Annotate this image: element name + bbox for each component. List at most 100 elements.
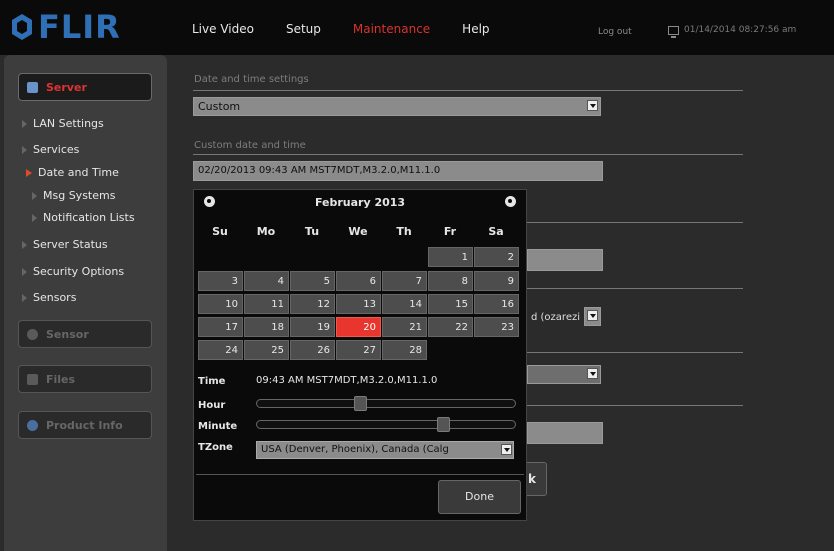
sidebar: Server LAN Settings Services Date and Ti… [4, 55, 167, 551]
hour-slider[interactable] [256, 396, 516, 411]
calendar-day[interactable]: 1 [428, 247, 473, 267]
nav-live-video[interactable]: Live Video [192, 22, 254, 36]
calendar-day[interactable]: 25 [244, 340, 289, 360]
sidebar-item-label: Msg Systems [43, 189, 116, 202]
custom-date-time-input[interactable]: 02/20/2013 09:43 AM MST7MDT,M3.2.0,M11.1… [193, 161, 603, 181]
chevron-down-icon [587, 368, 598, 379]
calendar-day[interactable]: 19 [290, 317, 335, 337]
calendar-day[interactable]: 2 [474, 247, 519, 267]
sidebar-item-label: Server Status [33, 238, 108, 251]
calendar-day[interactable]: 15 [428, 294, 473, 314]
chevron-down-icon [501, 444, 512, 455]
sidebar-item-msg-systems[interactable]: Msg Systems [32, 189, 115, 202]
sidebar-item-sensors[interactable]: Sensors [22, 291, 76, 304]
server-button[interactable]: Server [18, 73, 152, 101]
nav-help[interactable]: Help [462, 22, 489, 36]
flir-logo: FLIR [12, 8, 121, 46]
sidebar-item-security-options[interactable]: Security Options [22, 265, 124, 278]
calendar-day-selected[interactable]: 20 [336, 317, 381, 337]
triangle-right-icon [26, 168, 32, 177]
background-select[interactable] [584, 307, 601, 326]
hour-slider-handle[interactable] [354, 396, 367, 411]
weekday-header: We [348, 225, 368, 238]
files-button[interactable]: Files [18, 365, 152, 393]
calendar-day[interactable]: 18 [244, 317, 289, 337]
sidebar-item-services[interactable]: Services [22, 143, 79, 156]
nav-maintenance[interactable]: Maintenance [353, 22, 430, 36]
product-info-button[interactable]: Product Info [18, 411, 152, 439]
sensor-button[interactable]: Sensor [18, 320, 152, 348]
flir-logo-icon [12, 14, 32, 40]
calendar-day[interactable]: 9 [474, 271, 519, 291]
nav-setup[interactable]: Setup [286, 22, 321, 36]
sidebar-item-notification-lists[interactable]: Notification Lists [32, 211, 135, 224]
header-datetime: 01/14/2014 08:27:56 am [668, 25, 797, 38]
triangle-right-icon [22, 267, 27, 276]
info-icon [27, 419, 38, 431]
calendar-day[interactable]: 12 [290, 294, 335, 314]
minute-slider[interactable] [256, 417, 516, 432]
calendar-day[interactable]: 7 [382, 271, 427, 291]
calendar-day[interactable]: 5 [290, 271, 335, 291]
next-month-icon[interactable] [505, 196, 516, 207]
weekday-header: Tu [304, 225, 320, 238]
minute-slider-handle[interactable] [437, 417, 450, 432]
section-divider [527, 405, 743, 406]
main-nav: Live Video Setup Maintenance Help [192, 22, 522, 36]
monitor-icon [668, 25, 679, 38]
sensor-icon [27, 328, 38, 340]
calendar-day[interactable]: 4 [244, 271, 289, 291]
triangle-right-icon [22, 240, 27, 249]
calendar-day[interactable]: 28 [382, 340, 427, 360]
calendar-day[interactable]: 16 [474, 294, 519, 314]
date-time-mode-select[interactable]: Custom [193, 97, 601, 116]
weekday-header: Sa [488, 225, 504, 238]
background-input-2[interactable] [527, 422, 603, 444]
section-divider [193, 90, 743, 91]
time-value: 09:43 AM MST7MDT,M3.2.0,M11.1.0 [256, 375, 438, 386]
logout-link[interactable]: Log out [598, 27, 632, 37]
calendar-day[interactable]: 21 [382, 317, 427, 337]
chevron-down-icon [587, 310, 598, 321]
done-button[interactable]: Done [438, 480, 521, 514]
calendar-day[interactable]: 14 [382, 294, 427, 314]
timezone-select[interactable]: USA (Denver, Phoenix), Canada (Calg [256, 441, 514, 459]
calendar-day[interactable]: 26 [290, 340, 335, 360]
sidebar-item-label: Sensors [33, 291, 77, 304]
product-info-label: Product Info [46, 418, 123, 432]
calendar-day[interactable]: 13 [336, 294, 381, 314]
background-select-2[interactable] [527, 365, 601, 384]
calendar-day[interactable]: 23 [474, 317, 519, 337]
calendar-day[interactable]: 27 [336, 340, 381, 360]
minute-label: Minute [198, 421, 238, 432]
header-datetime-text: 01/14/2014 08:27:56 am [684, 25, 797, 35]
calendar-day[interactable]: 11 [244, 294, 289, 314]
triangle-right-icon [22, 293, 27, 302]
section-divider [193, 154, 743, 155]
calendar-day[interactable]: 22 [428, 317, 473, 337]
sidebar-item-date-and-time[interactable]: Date and Time [26, 166, 119, 179]
custom-date-time-label: Custom date and time [194, 140, 306, 151]
triangle-right-icon [32, 213, 37, 222]
background-input[interactable] [527, 249, 603, 271]
triangle-right-icon [22, 145, 27, 154]
calendar-day[interactable]: 3 [198, 271, 243, 291]
sidebar-item-label: Notification Lists [43, 211, 135, 224]
section-divider [527, 222, 743, 223]
calendar-day[interactable]: 6 [336, 271, 381, 291]
flir-logo-text: FLIR [38, 8, 121, 46]
section-divider [527, 288, 743, 289]
calendar-day[interactable]: 24 [198, 340, 243, 360]
server-label: Server [46, 80, 87, 94]
sidebar-item-server-status[interactable]: Server Status [22, 238, 108, 251]
calendar-day[interactable]: 17 [198, 317, 243, 337]
calendar-day[interactable]: 8 [428, 271, 473, 291]
calendar-day[interactable]: 10 [198, 294, 243, 314]
top-bar: FLIR Live Video Setup Maintenance Help L… [0, 0, 834, 55]
time-label: Time [198, 376, 226, 387]
timezone-value: USA (Denver, Phoenix), Canada (Calg [261, 444, 449, 455]
sidebar-item-lan-settings[interactable]: LAN Settings [22, 117, 104, 130]
sidebar-item-label: Services [33, 143, 80, 156]
files-label: Files [46, 372, 76, 386]
triangle-right-icon [22, 119, 27, 128]
